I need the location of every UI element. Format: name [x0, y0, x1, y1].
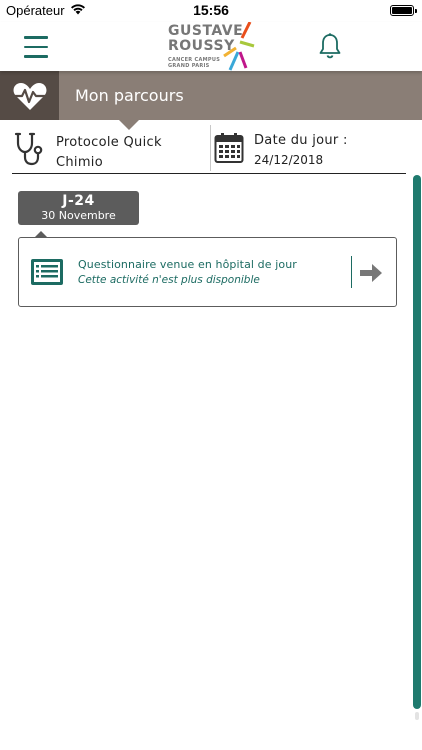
stethoscope-icon	[14, 132, 43, 166]
scrollbar[interactable]	[413, 175, 421, 709]
clock: 15:56	[193, 2, 229, 18]
day-label: J-24	[62, 193, 95, 209]
bell-icon	[319, 33, 341, 59]
hamburger-line	[24, 45, 48, 48]
list-icon	[31, 259, 63, 285]
open-activity-button[interactable]	[358, 260, 384, 286]
protocol-label: Protocole Quick Chimio	[56, 135, 162, 170]
heart-pulse-icon	[13, 83, 47, 110]
section-banner: Mon parcours	[0, 71, 422, 120]
hamburger-menu-icon	[24, 36, 48, 39]
info-row: Protocole Quick Chimio Date du jour : 24…	[0, 120, 422, 174]
calendar-icon	[214, 133, 244, 163]
day-badge: J-24 30 Novembre	[18, 191, 139, 225]
info-separator	[12, 173, 406, 174]
logo-star-icon	[223, 22, 255, 71]
date-label: Date du jour :	[254, 133, 348, 148]
notifications-button[interactable]	[318, 32, 342, 60]
arrow-right-icon	[360, 264, 382, 282]
activity-card[interactable]: Questionnaire venue en hôpital de jour C…	[18, 237, 397, 307]
status-bar: Opérateur 15:56	[0, 0, 422, 22]
day-date: 30 Novembre	[41, 209, 116, 222]
scrollbar-track-end	[415, 712, 419, 720]
battery-icon	[390, 5, 417, 16]
logo-subtitle-2: GRAND PARIS	[168, 63, 210, 69]
page-title: Mon parcours	[75, 86, 184, 105]
info-divider	[210, 125, 211, 171]
activity-separator	[351, 256, 352, 288]
activity-title: Questionnaire venue en hôpital de jour	[78, 258, 297, 271]
menu-button[interactable]	[24, 36, 48, 58]
hamburger-line	[24, 55, 48, 58]
gustave-roussy-logo: GUSTAVE ROUSSY CANCER CAMPUS GRAND PARIS	[166, 22, 258, 71]
date-value: 24/12/2018	[254, 153, 324, 167]
activity-status: Cette activité n'est plus disponible	[78, 274, 260, 286]
banner-icon-box	[0, 71, 59, 120]
app-header: GUSTAVE ROUSSY CANCER CAMPUS GRAND PARIS	[0, 22, 422, 71]
